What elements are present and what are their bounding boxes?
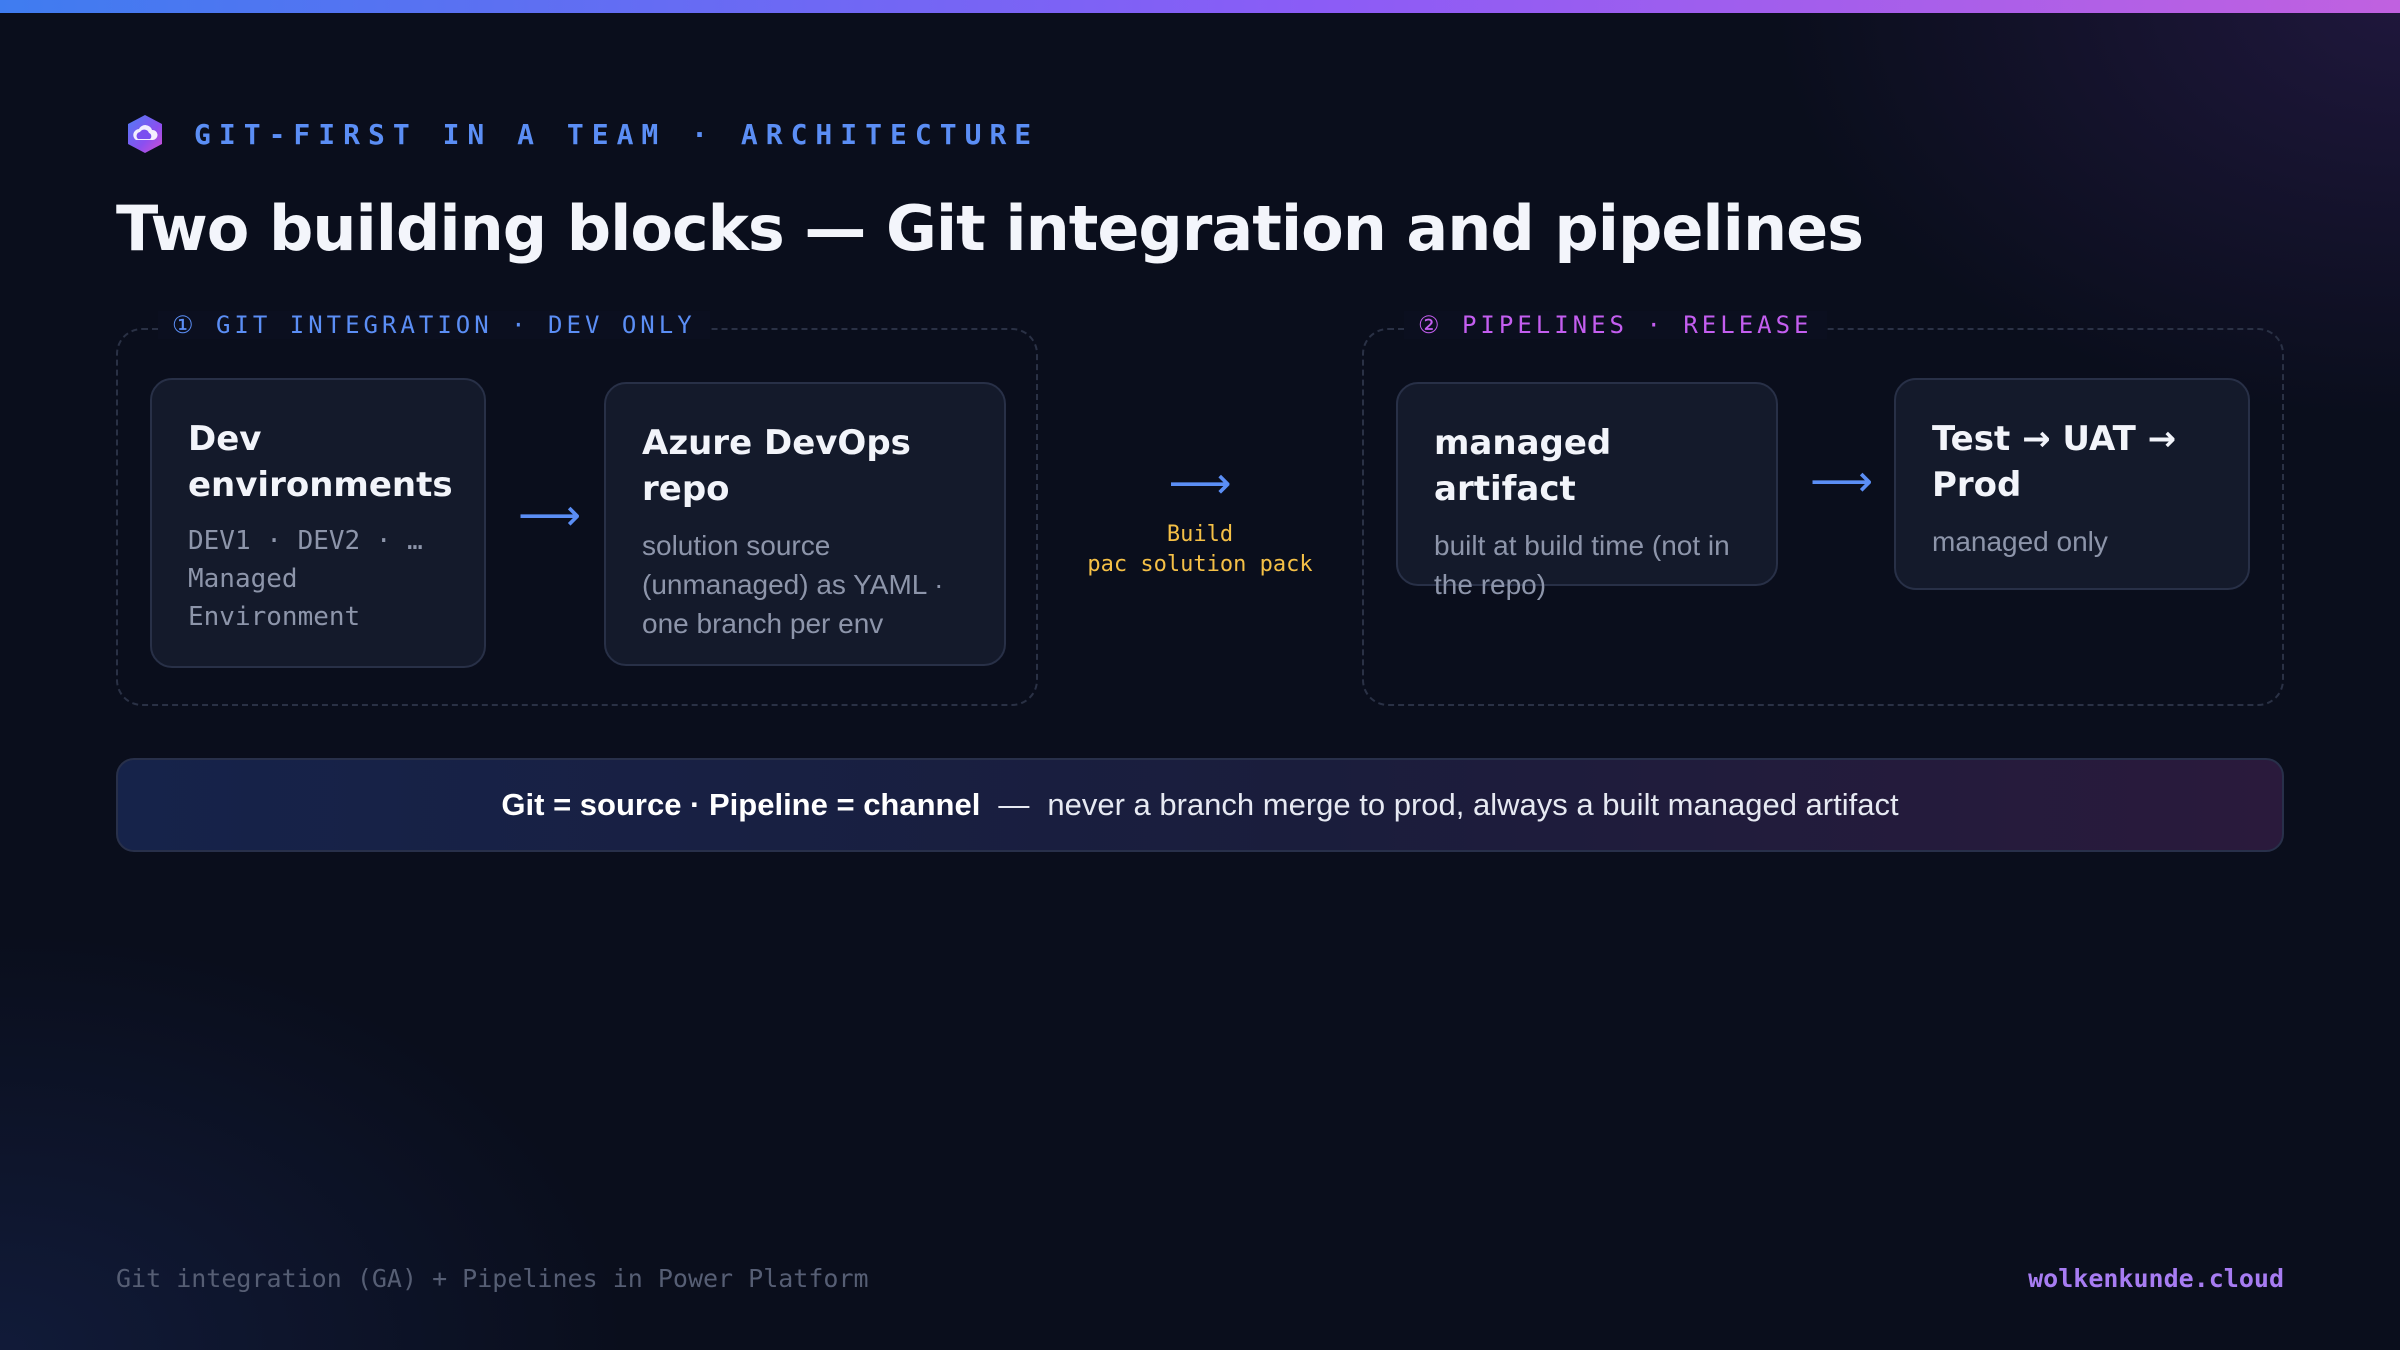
managed-artifact-card: managed artifact built at build time (no… — [1396, 382, 1778, 600]
card-title: Azure DevOps repo — [642, 423, 911, 509]
card-subtitle: managed only — [1932, 526, 2108, 557]
footer-brand: wolkenkunde.cloud — [2028, 1264, 2284, 1293]
git-group-label: ① GIT INTEGRATION · DEV ONLY — [158, 311, 710, 339]
callout-dash: — — [998, 787, 1030, 822]
top-accent-bar — [0, 0, 2400, 13]
build-label: Build pac solution pack — [1060, 520, 1340, 580]
card-subtitle: built at build time (not in the repo) — [1434, 530, 1730, 600]
cloud-logo-icon — [128, 115, 162, 153]
card-title: managed artifact — [1434, 423, 1612, 509]
card-title: Test → UAT → Prod — [1932, 419, 2177, 505]
build-label-line2: pac solution pack — [1087, 552, 1313, 577]
arrow-right-icon: ⟶ — [518, 490, 582, 541]
pipelines-group: ② PIPELINES · RELEASE managed artifact b… — [1362, 311, 2284, 706]
eyebrow: GIT-FIRST IN A TEAM · ARCHITECTURE — [124, 112, 1039, 156]
summary-callout: Git = source · Pipeline = channel — neve… — [116, 758, 2284, 852]
footer-caption: Git integration (GA) + Pipelines in Powe… — [116, 1264, 869, 1293]
build-step: ⟶ Build pac solution pack — [1060, 462, 1340, 580]
callout-text: never a branch merge to prod, always a b… — [1047, 787, 1899, 822]
eyebrow-text: GIT-FIRST IN A TEAM · ARCHITECTURE — [194, 117, 1040, 151]
callout-strong: Git = source · Pipeline = channel — [501, 787, 981, 822]
build-label-line1: Build — [1166, 522, 1234, 547]
dev-environments-card: Dev environments DEV1 · DEV2 · … Managed… — [150, 378, 486, 668]
card-subtitle: DEV1 · DEV2 · … Managed Environment — [188, 526, 423, 632]
card-title: Dev environments — [188, 419, 453, 505]
git-integration-group: ① GIT INTEGRATION · DEV ONLY Dev environ… — [116, 311, 1038, 706]
arrow-right-icon: ⟶ — [1168, 458, 1232, 509]
pipelines-group-label: ② PIPELINES · RELEASE — [1404, 311, 1827, 339]
test-uat-prod-card: Test → UAT → Prod managed only — [1894, 378, 2250, 590]
page-title: Two building blocks — Git integration an… — [116, 192, 1864, 265]
arrow-right-icon: ⟶ — [1810, 456, 1874, 507]
azure-devops-repo-card: Azure DevOps repo solution source (unman… — [604, 382, 1006, 666]
card-subtitle: solution source (unmanaged) as YAML · on… — [642, 530, 944, 639]
